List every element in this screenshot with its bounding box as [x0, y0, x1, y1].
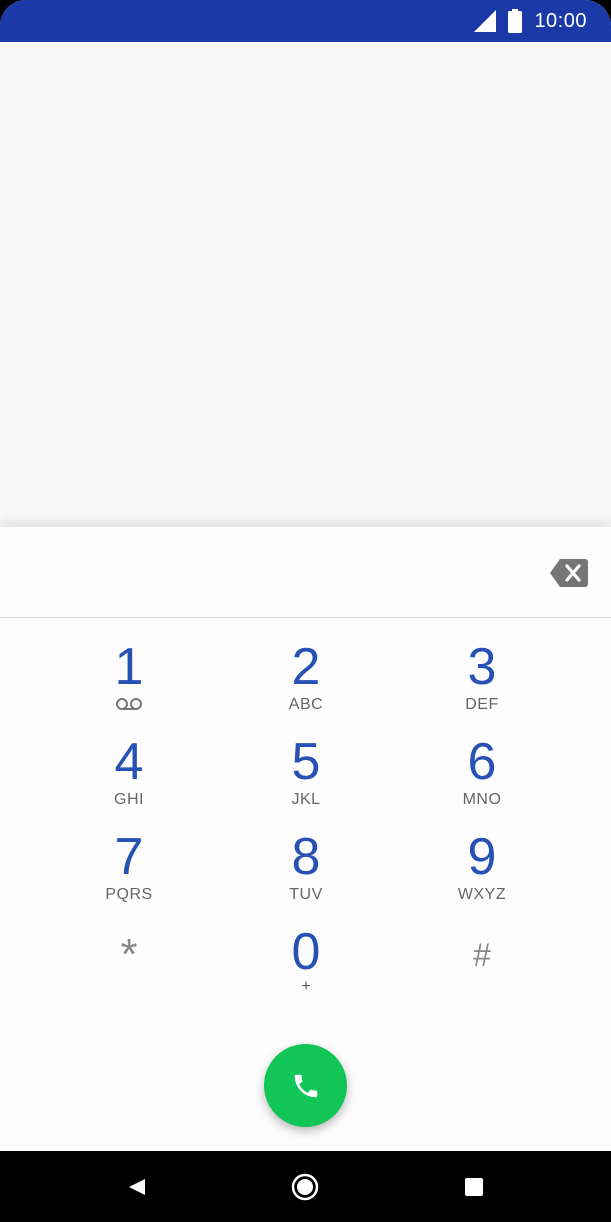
backspace-icon[interactable]: [550, 559, 588, 587]
navigation-bar: [0, 1151, 611, 1222]
key-symbol: #: [473, 937, 491, 973]
key-letters: ABC: [288, 696, 324, 713]
key-3[interactable]: 3 DEF: [412, 639, 552, 727]
key-digit: 4: [114, 733, 144, 791]
key-hash[interactable]: #: [412, 924, 552, 1012]
key-5[interactable]: 5 JKL: [236, 734, 376, 822]
key-0[interactable]: 0 +: [236, 924, 376, 1012]
key-1[interactable]: 1: [59, 639, 199, 727]
dialer-content-area: [0, 42, 611, 528]
key-digit: 3: [467, 638, 497, 696]
key-letters: GHI: [114, 791, 144, 808]
home-icon[interactable]: [289, 1171, 321, 1203]
key-7[interactable]: 7 PQRS: [59, 829, 199, 917]
key-letters: WXYZ: [457, 886, 507, 903]
key-8[interactable]: 8 TUV: [236, 829, 376, 917]
phone-icon: [294, 1074, 317, 1097]
status-icons: 10:00: [474, 0, 587, 42]
status-time: 10:00: [534, 9, 587, 32]
key-6[interactable]: 6 MNO: [412, 734, 552, 822]
digits-row: [0, 527, 611, 618]
recents-icon[interactable]: [458, 1171, 490, 1203]
key-letters: PQRS: [105, 886, 153, 903]
dialpad: 1 2 ABC 3 DEF 4 GHI 5 JKL 6 MNO 7 PQRS 8…: [0, 527, 611, 1151]
key-9[interactable]: 9 WXYZ: [412, 829, 552, 917]
key-4[interactable]: 4 GHI: [59, 734, 199, 822]
key-2[interactable]: 2 ABC: [236, 639, 376, 727]
key-digit: 7: [114, 828, 144, 886]
phone-screen: 10:00 1 2 ABC 3 DEF 4 GHI 5 JKL 6 MNO 7 …: [0, 0, 611, 1222]
key-digit: 8: [291, 828, 321, 886]
key-digit: 9: [467, 828, 497, 886]
key-digit: 5: [291, 733, 321, 791]
key-letters: DEF: [465, 696, 499, 713]
key-letters: +: [301, 978, 311, 995]
key-digit: 2: [291, 638, 321, 696]
key-letters: JKL: [291, 791, 321, 808]
battery-icon: [508, 9, 523, 33]
key-letters: MNO: [462, 791, 502, 808]
key-star[interactable]: *: [59, 924, 199, 1012]
digits-field[interactable]: [20, 545, 524, 599]
status-bar: 10:00: [0, 0, 611, 42]
key-symbol: *: [120, 930, 138, 979]
key-digit: 1: [114, 638, 144, 696]
call-button[interactable]: [264, 1044, 347, 1127]
key-digit: 6: [467, 733, 497, 791]
voicemail-icon: [116, 698, 142, 710]
signal-icon: [474, 10, 497, 32]
key-digit: 0: [291, 923, 321, 981]
back-icon[interactable]: [121, 1171, 153, 1203]
key-letters: TUV: [289, 886, 323, 903]
